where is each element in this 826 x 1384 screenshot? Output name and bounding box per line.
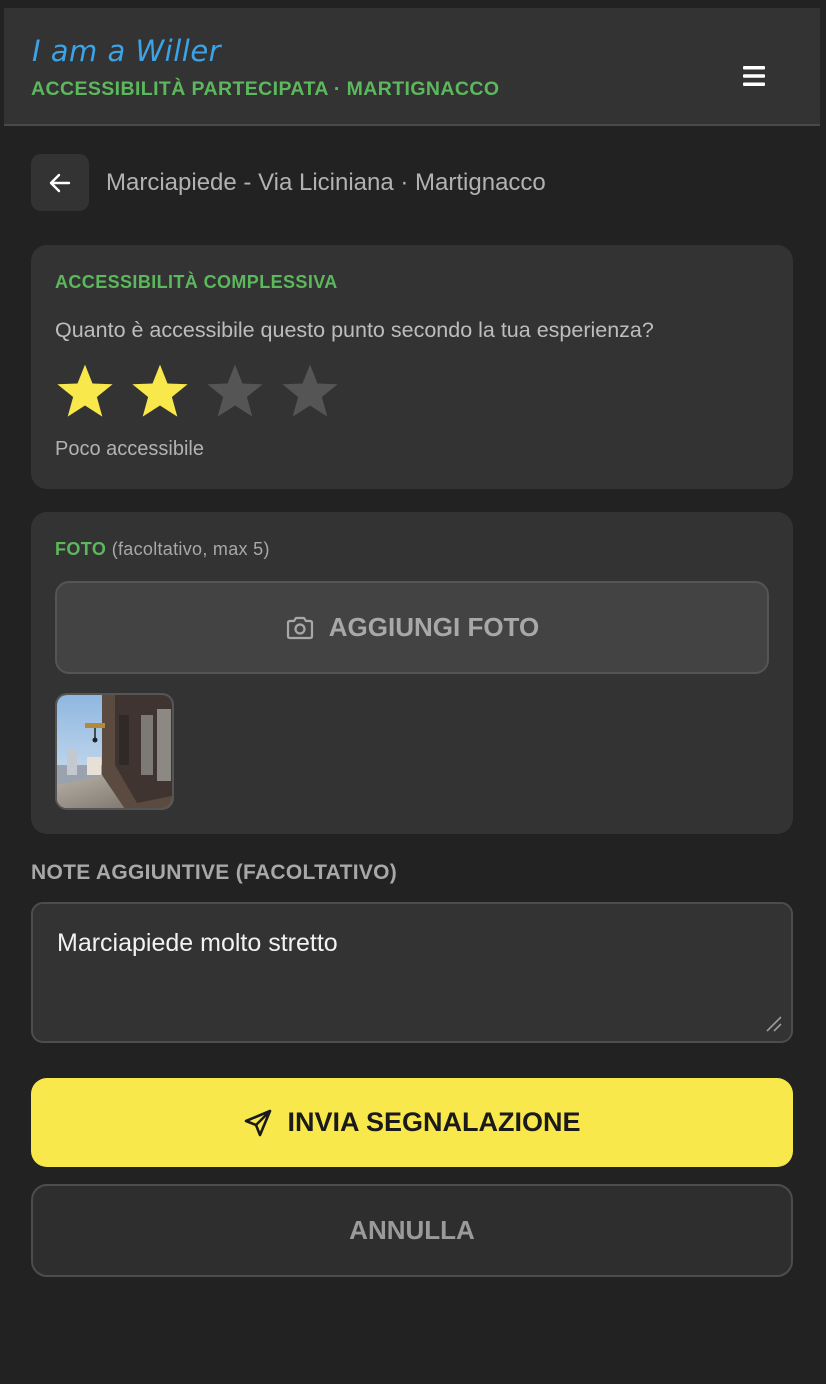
notes-label: NOTE AGGIUNTIVE (FACOLTATIVO) xyxy=(31,861,398,884)
notes-value: Marciapiede molto stretto xyxy=(57,929,338,957)
brand-logo[interactable]: I am a Willer xyxy=(32,34,221,68)
report-page: I am a Willer ACCESSIBILITÀ PARTECIPATA … xyxy=(0,0,826,1384)
star-1-filled[interactable] xyxy=(53,359,117,423)
photo-thumbnail[interactable] xyxy=(55,693,174,810)
street-photo xyxy=(57,695,172,808)
camera-icon xyxy=(286,616,313,639)
resize-grip-icon[interactable] xyxy=(763,1013,783,1033)
star-icon xyxy=(282,364,338,417)
rating-section-label: ACCESSIBILITÀ COMPLESSIVA xyxy=(55,272,338,292)
star-icon xyxy=(57,364,113,417)
star-icon xyxy=(207,364,263,417)
app-subtitle: ACCESSIBILITÀ PARTECIPATA · MARTIGNACCO xyxy=(31,78,500,100)
rating-card: ACCESSIBILITÀ COMPLESSIVA Quanto è acces… xyxy=(31,245,793,489)
star-3-empty[interactable] xyxy=(203,359,267,423)
star-icon xyxy=(132,364,188,417)
submit-label: INVIA SEGNALAZIONE xyxy=(287,1107,581,1137)
photo-label-title: FOTO xyxy=(55,539,107,559)
page-title: Marciapiede - Via Liciniana · Martignacc… xyxy=(106,169,546,196)
rating-question: Quanto è accessibile questo punto second… xyxy=(55,318,654,342)
send-icon xyxy=(245,1109,272,1136)
star-4-empty[interactable] xyxy=(278,359,342,423)
arrow-left-icon xyxy=(49,173,71,192)
cancel-button[interactable]: ANNULLA xyxy=(31,1184,793,1277)
menu-button[interactable] xyxy=(728,50,780,102)
notes-textarea[interactable]: Marciapiede molto stretto xyxy=(31,902,793,1043)
add-photo-label: AGGIUNGI FOTO xyxy=(328,612,540,642)
rating-caption: Poco accessibile xyxy=(55,438,204,460)
back-button[interactable] xyxy=(31,154,89,211)
app-header: I am a Willer ACCESSIBILITÀ PARTECIPATA … xyxy=(4,8,820,126)
star-2-filled[interactable] xyxy=(128,359,192,423)
photo-card: FOTO (facoltativo, max 5) AGGIUNGI FOTO xyxy=(31,512,793,834)
star-rating xyxy=(53,359,342,423)
hamburger-icon xyxy=(743,66,765,86)
photo-label-hint: (facoltativo, max 5) xyxy=(111,539,270,559)
submit-report-button[interactable]: INVIA SEGNALAZIONE xyxy=(31,1078,793,1167)
add-photo-button[interactable]: AGGIUNGI FOTO xyxy=(55,581,769,674)
photo-section-label: FOTO (facoltativo, max 5) xyxy=(55,539,270,560)
cancel-label: ANNULLA xyxy=(349,1215,475,1245)
